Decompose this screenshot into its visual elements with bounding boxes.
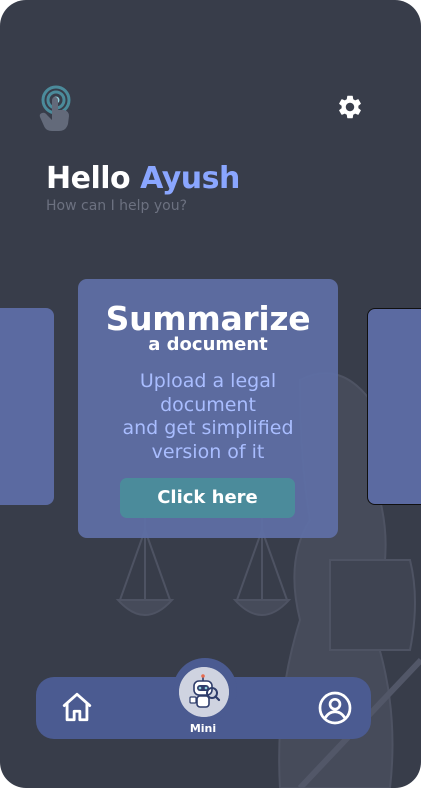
- mini-assistant-button[interactable]: [179, 667, 229, 717]
- card-subtitle: a document: [148, 334, 268, 355]
- card-description: Upload a legal document and get simplifi…: [98, 370, 318, 464]
- card-description-line: and get simplified: [122, 417, 294, 439]
- touch-hand-icon: [39, 85, 71, 131]
- carousel-card-previous[interactable]: [0, 308, 54, 505]
- mini-label: Mini: [189, 722, 217, 735]
- greeting-subtitle: How can I help you?: [46, 198, 188, 214]
- summarize-card: Summarize a document Upload a legal docu…: [78, 279, 338, 538]
- card-description-line: version of it: [151, 440, 265, 463]
- click-here-button[interactable]: Click here: [120, 478, 295, 518]
- card-description-line: document: [160, 393, 256, 416]
- greeting-prefix: Hello: [46, 161, 131, 196]
- gear-icon[interactable]: [336, 93, 364, 121]
- mini-robot-icon: [179, 667, 229, 717]
- card-title: Summarize: [105, 299, 311, 338]
- profile-icon[interactable]: [317, 690, 353, 726]
- greeting-heading: Hello Ayush: [46, 161, 240, 196]
- user-name: Ayush: [140, 161, 240, 196]
- card-description-line: Upload a legal: [139, 370, 277, 392]
- home-icon[interactable]: [60, 690, 94, 724]
- app-screen: Hello Ayush How can I help you? Summariz…: [0, 0, 421, 788]
- carousel-card-next[interactable]: [367, 308, 421, 505]
